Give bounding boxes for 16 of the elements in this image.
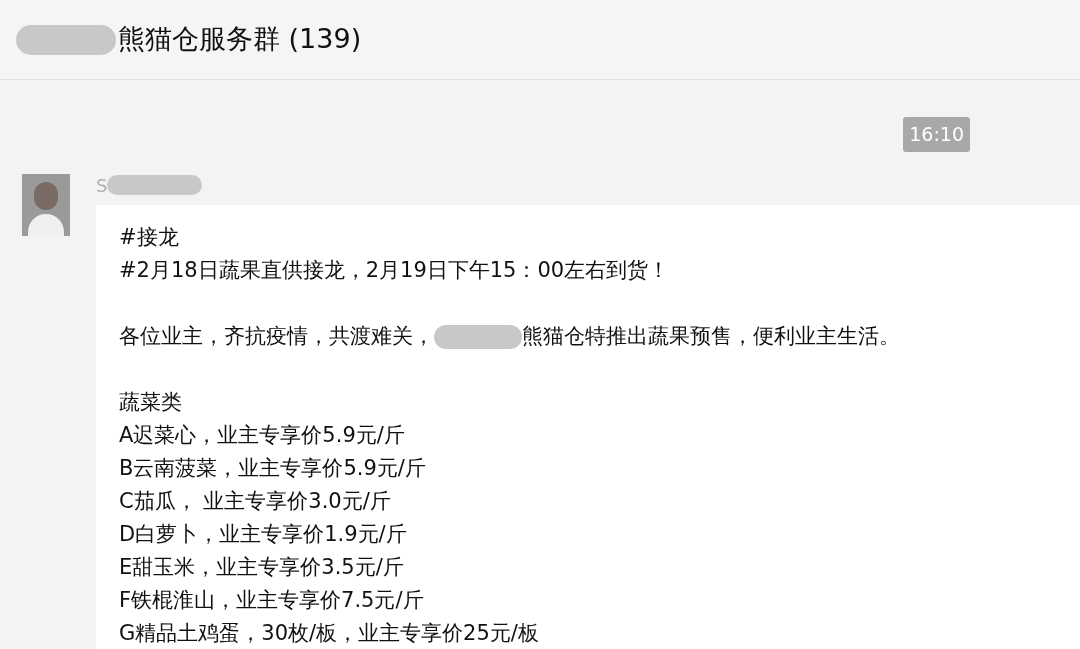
message-line: G精品土鸡蛋，30枚/板，业主专享价25元/板 xyxy=(119,620,539,647)
message-line: 各位业主，齐抗疫情，共渡难关， xyxy=(119,323,434,350)
message-line: B云南菠菜，业主专享价5.9元/斤 xyxy=(119,455,426,482)
message-line: #2月18日蔬果直供接龙，2月19日下午15：00左右到货！ xyxy=(119,257,670,284)
message-line: 蔬菜类 xyxy=(119,389,182,416)
message-line: C茄瓜， 业主专享价3.0元/斤 xyxy=(119,488,391,515)
message-line: D白萝卜，业主专享价1.9元/斤 xyxy=(119,521,407,548)
message-line: #接龙 xyxy=(119,224,179,251)
timestamp: 16:10 xyxy=(903,117,970,152)
avatar-photo-placeholder[interactable] xyxy=(22,174,70,236)
window-title: 熊猫仓服务群 (139) xyxy=(118,22,362,57)
message-line: A迟菜心，业主专享价5.9元/斤 xyxy=(119,422,405,449)
sender-name: S xyxy=(96,173,108,198)
message-line: F铁棍淮山，业主专享价7.5元/斤 xyxy=(119,587,424,614)
message-line: 熊猫仓特推出蔬果预售，便利业主生活。 xyxy=(522,323,900,350)
message-line: E甜玉米，业主专享价3.5元/斤 xyxy=(119,554,404,581)
